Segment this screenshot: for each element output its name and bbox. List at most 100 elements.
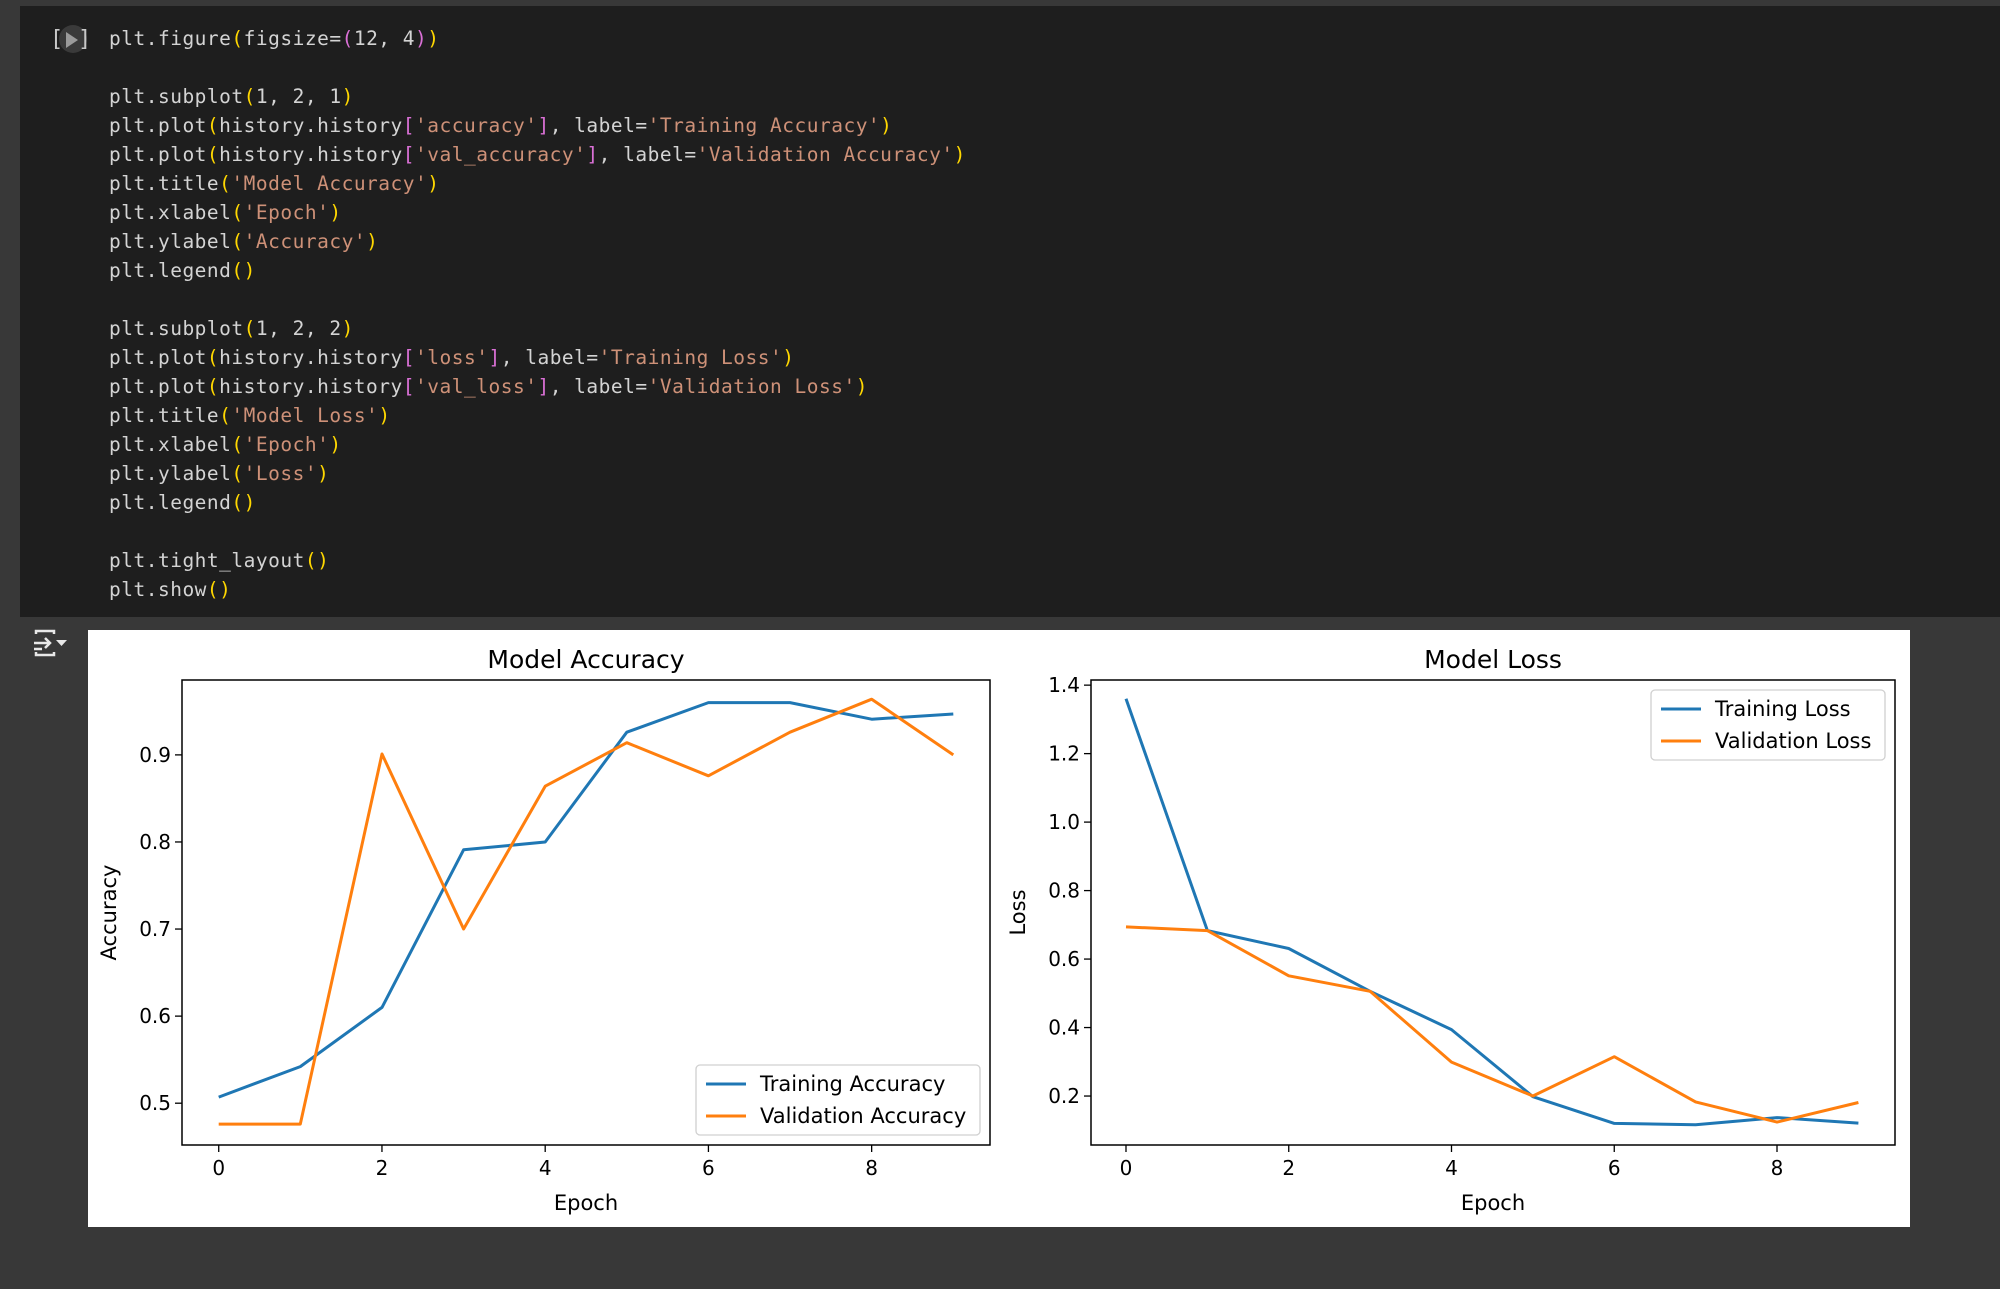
code-token: ( [206,346,220,369]
code-token: ) [855,375,868,398]
code-token: plt.legend [109,491,232,514]
code-token: history.history [219,114,403,137]
y-tick-label: 0.8 [139,830,171,854]
y-axis-label: Loss [1006,889,1030,935]
code-token: figsize= [243,27,342,50]
run-cell-button[interactable]: [ ] [50,24,91,56]
y-tick-label: 0.9 [139,743,171,767]
x-tick-label: 2 [1282,1156,1295,1180]
code-token: plt.xlabel [109,201,232,224]
code-token: 'val_loss' [415,375,538,398]
code-token: ) [880,114,893,137]
code-token: history.history [219,143,403,166]
code-token: 1, 2, 1 [255,85,342,108]
code-line: plt.title('Model Accuracy') [109,169,966,198]
legend-label: Validation Accuracy [760,1104,966,1128]
code-token: 'Model Accuracy' [231,172,428,195]
code-token: ( [341,27,354,50]
y-tick-label: 0.7 [139,917,171,941]
code-line: plt.legend() [109,256,966,285]
code-token: plt.title [109,404,220,427]
code-token: plt.plot [109,114,207,137]
x-tick-label: 2 [376,1156,389,1180]
code-token: 'accuracy' [415,114,538,137]
code-token: ] [537,375,550,398]
code-token: plt.subplot [109,317,244,340]
code-token: ) [341,317,354,340]
code-line: plt.plot(history.history['val_accuracy']… [109,140,966,169]
code-token: ( [231,201,244,224]
code-token: [ [402,375,416,398]
x-tick-label: 4 [539,1156,552,1180]
code-line: plt.ylabel('Accuracy') [109,227,966,256]
code-token: plt.title [109,172,220,195]
x-tick-label: 6 [1608,1156,1621,1180]
code-token: ) [427,172,440,195]
code-token: ( [206,375,220,398]
bracket-left: [ [50,27,64,52]
code-token: ) [329,201,342,224]
code-token: ( [231,27,244,50]
code-line: plt.plot(history.history['val_loss'], la… [109,372,966,401]
code-token: , label= [598,143,697,166]
output-figure: Model Accuracy 0 2 4 6 8 0.5 0.6 0.7 0.8 0.9 Epoch A… [88,630,1910,1227]
code-token: ( [219,404,232,427]
y-tick-label: 0.6 [139,1004,171,1028]
y-axis-label: Accuracy [97,865,121,961]
code-token: 'Epoch' [243,433,330,456]
code-token: () [231,259,256,282]
code-token: () [231,491,256,514]
code-token: 'Model Loss' [231,404,379,427]
code-token: () [304,549,330,572]
x-tick-label: 0 [212,1156,225,1180]
code-token: plt.ylabel [109,462,232,485]
code-token: 'Accuracy' [243,230,367,253]
code-token: ( [231,462,244,485]
code-token: ) [782,346,795,369]
code-line: plt.subplot(1, 2, 2) [109,314,966,343]
code-token: plt.tight_layout [109,549,305,572]
code-token: plt.plot [109,143,207,166]
code-token: ( [219,172,232,195]
legend-label: Training Accuracy [759,1072,945,1096]
play-icon [66,32,78,48]
code-editor[interactable]: plt.figure(figsize=(12, 4)) plt.subplot(1… [109,24,966,604]
code-line: plt.xlabel('Epoch') [109,430,966,459]
series-line-validation-accuracy [218,697,955,1126]
code-token: , label= [549,375,648,398]
code-token: ] [488,346,501,369]
output-toggle-button[interactable] [32,628,70,660]
code-token: 'Loss' [243,462,318,485]
legend: Training Loss Validation Loss [1650,689,1886,761]
code-token: plt.xlabel [109,433,232,456]
x-tick-label: 8 [865,1156,878,1180]
legend: Training Accuracy Validation Accuracy [695,1064,981,1136]
code-token: 'Training Accuracy' [647,114,881,137]
series-line-training-accuracy [218,701,954,1099]
y-tick-label: 0.6 [1048,947,1080,971]
code-token: ( [206,143,220,166]
code-line: plt.xlabel('Epoch') [109,198,966,227]
chart-title: Model Loss [1424,645,1562,674]
chart-loss: Model Loss 0 2 4 6 8 0.2 0.4 0.6 0.8 1.0 1.2 1.4 Epoc… [1006,645,1896,1215]
x-tick-label: 4 [1445,1156,1458,1180]
x-tick-label: 6 [702,1156,715,1180]
code-token: ] [586,143,599,166]
code-token: ( [231,433,244,456]
code-token: 'Epoch' [243,201,330,224]
code-token: plt.show [109,578,207,601]
code-token: ) [378,404,391,427]
code-token: history.history [219,346,403,369]
y-tick-label: 0.2 [1048,1084,1080,1108]
code-line: plt.ylabel('Loss') [109,459,966,488]
x-axis-label: Epoch [1461,1191,1525,1215]
code-token: history.history [219,375,403,398]
code-token: ( [206,114,220,137]
x-axis-label: Epoch [554,1191,618,1215]
code-cell[interactable]: [ ] plt.figure(figsize=(12, 4)) plt.subpl… [20,6,2000,617]
y-tick-label: 1.2 [1048,742,1080,766]
code-token: ( [243,85,256,108]
series-line-validation-loss [1125,925,1859,1124]
code-token: [ [402,143,416,166]
